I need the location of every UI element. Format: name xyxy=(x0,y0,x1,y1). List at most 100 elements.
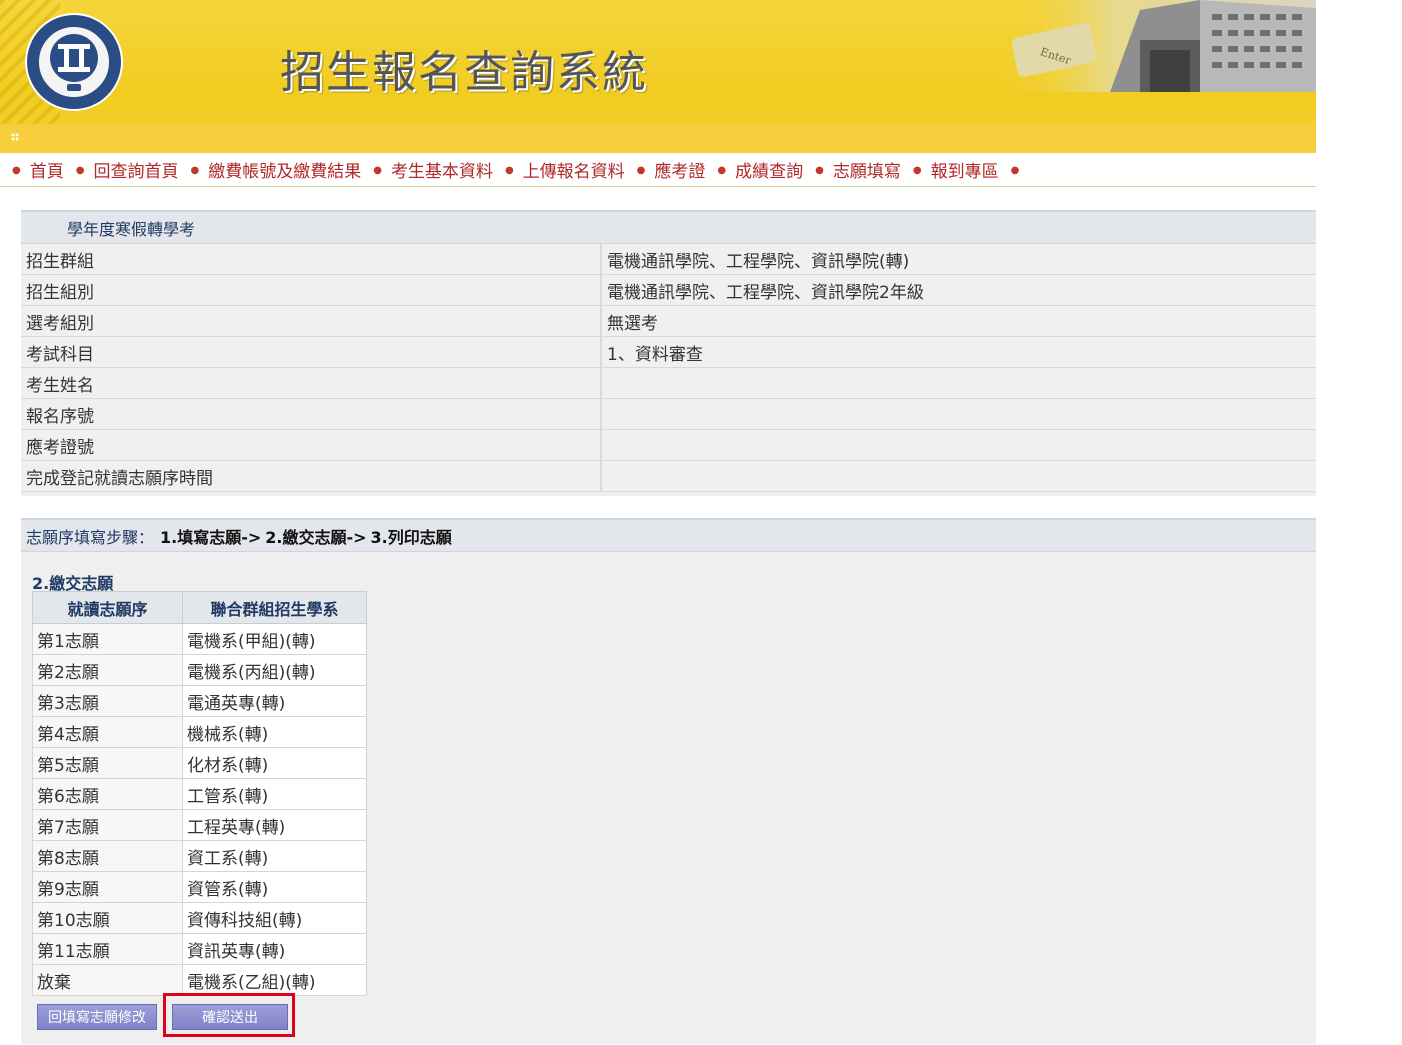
nav-item-label[interactable]: 考生基本資料 xyxy=(391,157,493,182)
row-label: 選考組別 xyxy=(21,305,602,337)
page-title: 招生報名查詢系統 xyxy=(280,47,648,98)
wish-order: 第4志願 xyxy=(32,716,183,748)
wish-order: 第11志願 xyxy=(32,933,183,965)
table-row: 第2志願 電機系(丙組)(轉) xyxy=(32,654,367,686)
wish-dept: 電通英專(轉) xyxy=(182,685,367,717)
wish-order: 第2志願 xyxy=(32,654,183,686)
wish-dept: 資傳科技組(轉) xyxy=(182,902,367,934)
table-row: 第8志願 資工系(轉) xyxy=(32,840,367,872)
wish-dept: 機械系(轉) xyxy=(182,716,367,748)
table-row: 完成登記就讀志願序時間 xyxy=(21,460,1316,492)
nav-item-label[interactable]: 報到專區 xyxy=(931,157,999,182)
nav-item-upload[interactable]: ● 上傳報名資料 xyxy=(493,157,625,182)
row-value xyxy=(601,429,1316,461)
main-nav: ● 首頁 ● 回查詢首頁 ● 繳費帳號及繳費結果 ● 考生基本資料 ● 上傳報名資料 ● 應… xyxy=(0,153,1316,187)
wish-dept: 化材系(轉) xyxy=(182,747,367,779)
nav-item-label[interactable]: 繳費帳號及繳費結果 xyxy=(208,157,361,182)
wish-order: 放棄 xyxy=(32,964,183,996)
row-label: 報名序號 xyxy=(21,398,602,430)
table-row: 放棄 電機系(乙組)(轉) xyxy=(32,964,367,996)
nav-item-label[interactable]: 志願填寫 xyxy=(833,157,901,182)
wish-order: 第5志願 xyxy=(32,747,183,779)
row-label: 考試科目 xyxy=(21,336,602,368)
info-panel: 學年度寒假轉學考 招生群組 電機通訊學院、工程學院、資訊學院(轉) 招生組別 電機通… xyxy=(21,210,1316,496)
table-row: 招生組別 電機通訊學院、工程學院、資訊學院2年級 xyxy=(21,274,1316,306)
step-1: 1.填寫志願-> xyxy=(160,527,262,547)
row-value: 電機通訊學院、工程學院、資訊學院2年級 xyxy=(601,274,1316,306)
nav-item-label[interactable]: 首頁 xyxy=(30,157,64,182)
nav-item-scores[interactable]: ● 成績查詢 xyxy=(705,157,803,182)
wish-order: 第7志願 xyxy=(32,809,183,841)
table-row: 第4志願 機械系(轉) xyxy=(32,716,367,748)
table-row: 第10志願 資傳科技組(轉) xyxy=(32,902,367,934)
nav-item-label[interactable]: 應考證 xyxy=(654,157,705,182)
wish-order: 第8志願 xyxy=(32,840,183,872)
wish-dept: 資工系(轉) xyxy=(182,840,367,872)
nav-trailing: ● xyxy=(1010,165,1020,176)
nav-item-label[interactable]: 上傳報名資料 xyxy=(523,157,625,182)
column-header: 就讀志願序 xyxy=(32,591,183,624)
building-image: Enter xyxy=(1000,0,1316,92)
row-value xyxy=(601,460,1316,492)
wish-dept: 資管系(轉) xyxy=(182,871,367,903)
nav-item-registration[interactable]: ● 報到專區 xyxy=(901,157,999,182)
row-label: 考生姓名 xyxy=(21,367,602,399)
info-table: 招生群組 電機通訊學院、工程學院、資訊學院(轉) 招生組別 電機通訊學院、工程學院、… xyxy=(21,244,1316,492)
column-header: 聯合群組招生學系 xyxy=(182,591,367,624)
nav-item-admission-ticket[interactable]: ● 應考證 xyxy=(625,157,706,182)
nav-item-home[interactable]: ● 首頁 xyxy=(0,157,64,182)
nav-item-profile[interactable]: ● 考生基本資料 xyxy=(361,157,493,182)
table-row: 招生群組 電機通訊學院、工程學院、資訊學院(轉) xyxy=(21,244,1316,275)
step-2: 2.繳交志願-> xyxy=(265,527,367,547)
university-logo xyxy=(24,12,124,112)
wish-dept: 電機系(丙組)(轉) xyxy=(182,654,367,686)
wish-order: 第9志願 xyxy=(32,871,183,903)
wish-order: 第3志願 xyxy=(32,685,183,717)
table-row: 第11志願 資訊英專(轉) xyxy=(32,933,367,965)
steps-header: 志願序填寫步驟： 1.填寫志願-> 2.繳交志願-> 3.列印志願 xyxy=(21,520,1316,552)
wish-order: 第1志願 xyxy=(32,623,183,655)
nav-item-label[interactable]: 成績查詢 xyxy=(735,157,803,182)
nav-item-payment[interactable]: ● 繳費帳號及繳費結果 xyxy=(178,157,361,182)
table-row: 選考組別 無選考 xyxy=(21,305,1316,337)
row-value: 無選考 xyxy=(601,305,1316,337)
step-3: 3.列印志願 xyxy=(370,527,452,547)
table-row: 應考證號 xyxy=(21,429,1316,461)
wish-dept: 工程英專(轉) xyxy=(182,809,367,841)
wish-dept: 資訊英專(轉) xyxy=(182,933,367,965)
row-label: 完成登記就讀志願序時間 xyxy=(21,460,602,492)
table-row: 第9志願 資管系(轉) xyxy=(32,871,367,903)
wish-dept: 電機系(甲組)(轉) xyxy=(182,623,367,655)
info-panel-title: 學年度寒假轉學考 xyxy=(21,212,1316,244)
row-value xyxy=(601,398,1316,430)
row-value: 1、資料審查 xyxy=(601,336,1316,368)
nav-item-wishes[interactable]: ● 志願填寫 xyxy=(803,157,901,182)
table-row: 第7志願 工程英專(轉) xyxy=(32,809,367,841)
table-row: 考試科目 1、資料審查 xyxy=(21,336,1316,368)
wish-panel: 志願序填寫步驟： 1.填寫志願-> 2.繳交志願-> 3.列印志願 2.繳交志願… xyxy=(21,518,1316,1044)
table-row: 考生姓名 xyxy=(21,367,1316,399)
nav-item-label[interactable]: 回查詢首頁 xyxy=(93,157,178,182)
back-to-edit-button[interactable]: 回填寫志願修改 xyxy=(37,1004,157,1030)
table-row: 第5志願 化材系(轉) xyxy=(32,747,367,779)
wish-order: 第6志願 xyxy=(32,778,183,810)
nav-item-query-home[interactable]: ● 回查詢首頁 xyxy=(64,157,179,182)
header-banner: 招生報名查詢系統 Enter xyxy=(0,0,1316,153)
steps-prefix: 志願序填寫步驟： xyxy=(26,527,155,547)
row-label: 應考證號 xyxy=(21,429,602,461)
row-label: 招生群組 xyxy=(21,244,602,275)
row-label: 招生組別 xyxy=(21,274,602,306)
table-row: 第1志願 電機系(甲組)(轉) xyxy=(32,623,367,655)
table-row: 報名序號 xyxy=(21,398,1316,430)
wish-dept: 工管系(轉) xyxy=(182,778,367,810)
table-row: 第3志願 電通英專(轉) xyxy=(32,685,367,717)
row-value: 電機通訊學院、工程學院、資訊學院(轉) xyxy=(601,244,1316,275)
table-header-row: 就讀志願序 聯合群組招生學系 xyxy=(32,591,367,624)
wish-dept: 電機系(乙組)(轉) xyxy=(182,964,367,996)
submit-highlight-box xyxy=(163,993,295,1037)
row-value xyxy=(601,367,1316,399)
banner-lower-strip xyxy=(0,124,1316,153)
dots-icon xyxy=(11,133,19,141)
wish-order: 第10志願 xyxy=(32,902,183,934)
wish-table: 就讀志願序 聯合群組招生學系 第1志願 電機系(甲組)(轉) 第2志願 電機系(丙組… xyxy=(32,591,367,996)
